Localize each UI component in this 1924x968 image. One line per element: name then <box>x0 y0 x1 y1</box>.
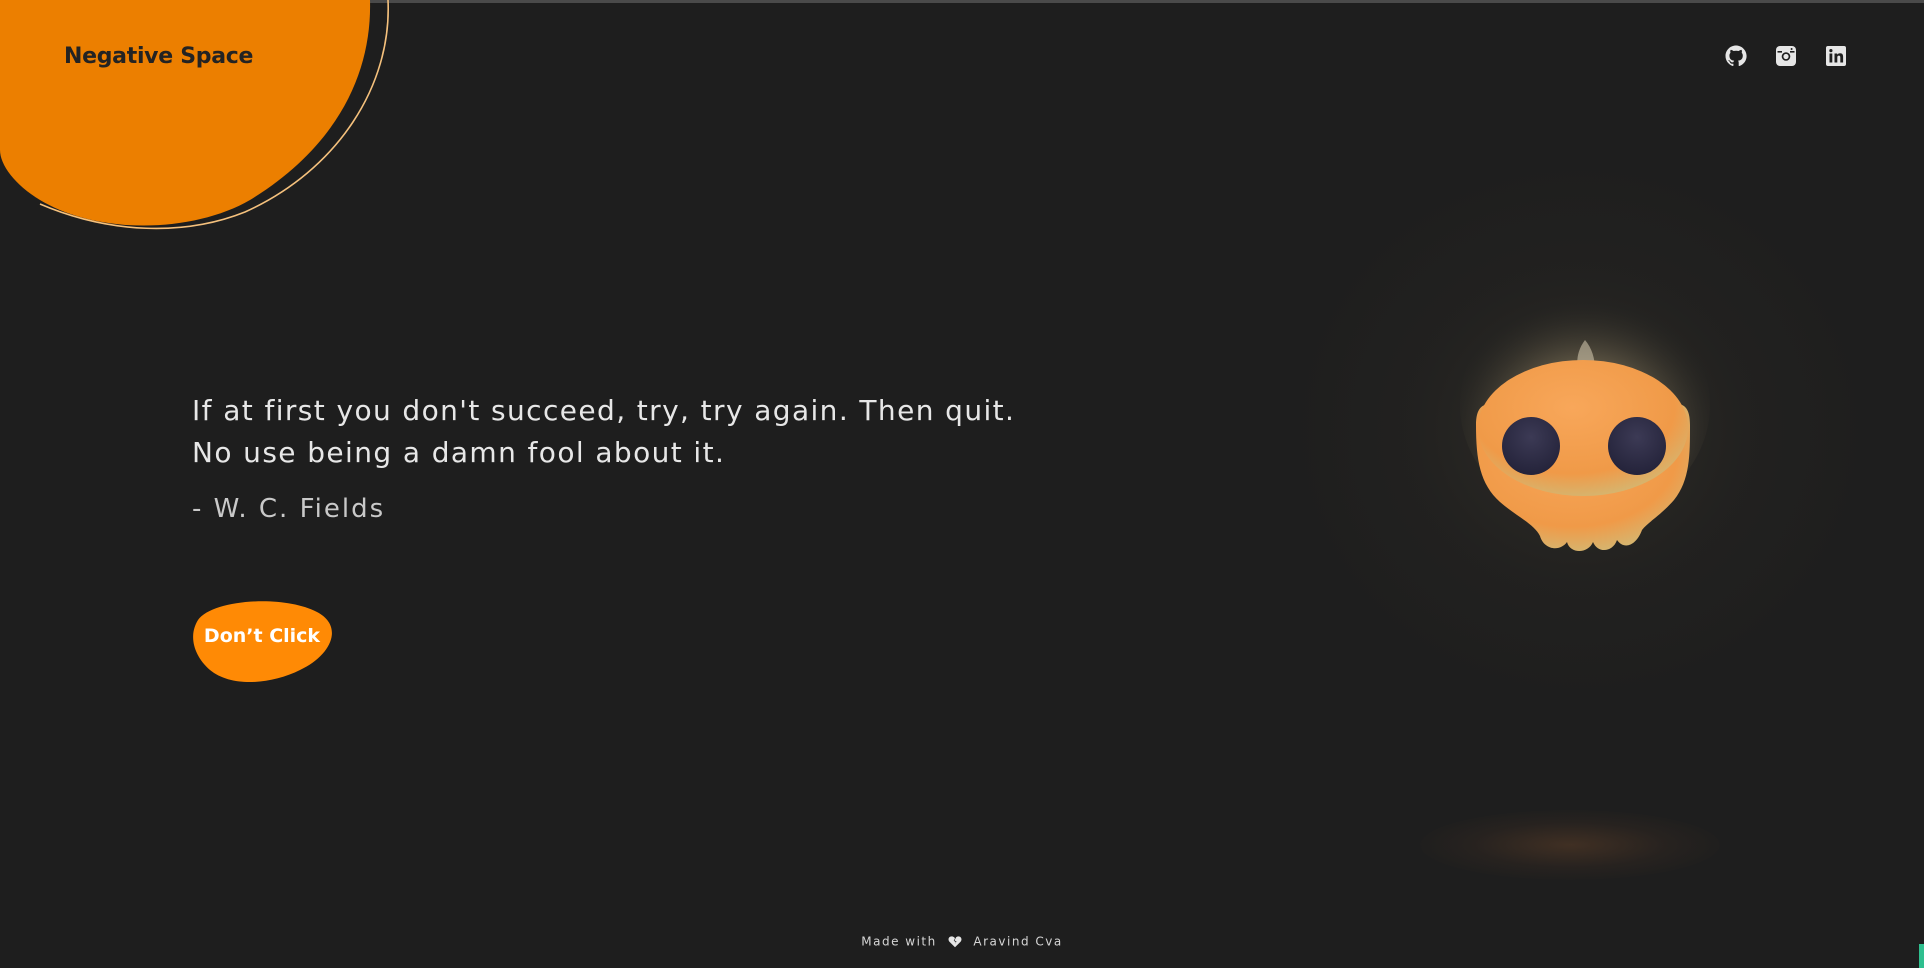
site-logo[interactable]: Negative Space <box>64 44 253 69</box>
linkedin-icon[interactable] <box>1824 44 1848 68</box>
page: Negative Space If at first you don't suc… <box>0 0 1924 968</box>
quote-line-1: If at first you don't succeed, try, try … <box>192 394 1016 427</box>
github-icon[interactable] <box>1724 44 1748 68</box>
header-blob <box>0 0 389 230</box>
instagram-icon[interactable] <box>1774 44 1798 68</box>
corner-accent <box>1919 944 1924 968</box>
quote-author: - W. C. Fields <box>192 494 386 524</box>
social-links <box>1724 44 1848 68</box>
floor-shadow <box>1420 810 1720 880</box>
dont-click-label: Don’t Click <box>203 625 321 647</box>
footer: Made with Aravind Cva <box>0 934 1924 949</box>
skull-icon <box>1460 300 1710 551</box>
dont-click-button[interactable]: Don’t Click <box>192 600 336 686</box>
footer-made-with: Made with <box>861 934 937 949</box>
quote-block: If at first you don't succeed, try, try … <box>192 390 1092 524</box>
quote-line-2: No use being a damn fool about it. <box>192 436 726 469</box>
footer-author[interactable]: Aravind Cva <box>973 935 1062 949</box>
broken-heart-icon <box>948 935 962 947</box>
